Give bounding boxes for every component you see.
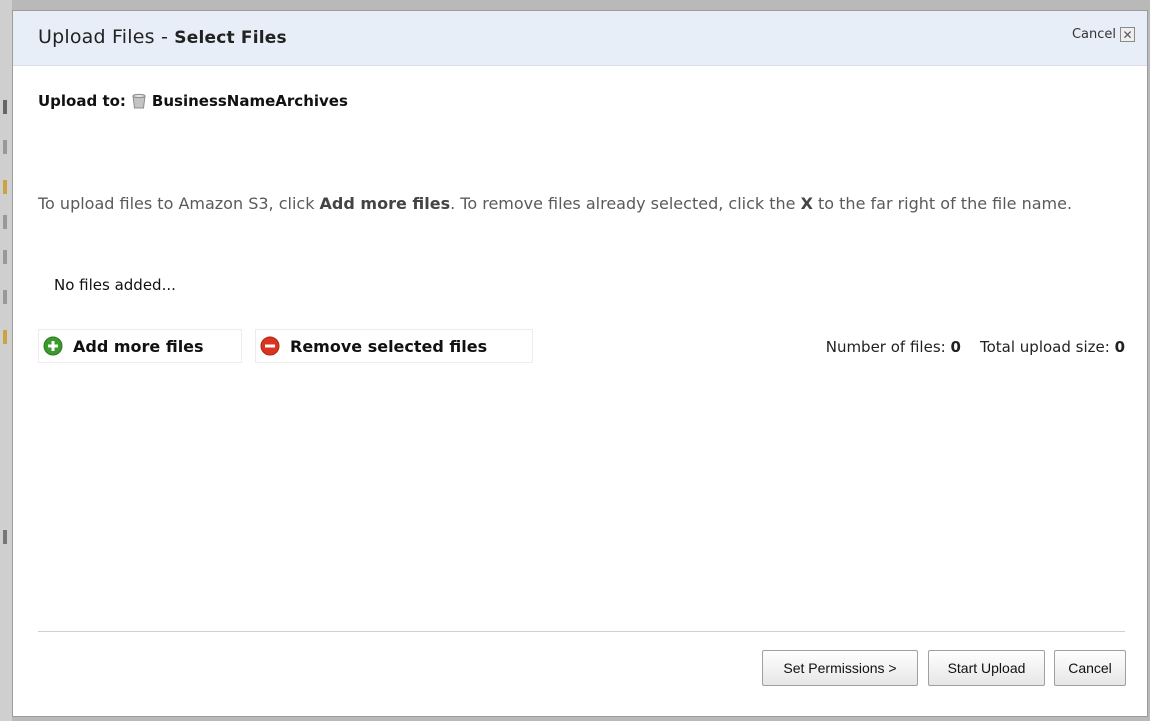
background-mark (3, 530, 7, 544)
background-mark (3, 180, 7, 194)
instructions-text-3: to the far right of the file name. (812, 194, 1073, 213)
background-page-edge (0, 0, 12, 721)
dialog-title-text: Upload Files (38, 26, 155, 48)
background-mark (3, 140, 7, 154)
cancel-button[interactable]: Cancel (1054, 650, 1126, 686)
upload-instructions: To upload files to Amazon S3, click Add … (38, 194, 1118, 213)
total-upload-size-value: 0 (1114, 338, 1125, 356)
bucket-name: BusinessNameArchives (151, 92, 348, 110)
add-more-files-label: Add more files (73, 336, 204, 356)
file-list-empty-message: No files added... (54, 276, 176, 294)
instructions-add-files-emphasis: Add more files (319, 194, 451, 213)
instructions-text-1: To upload files to Amazon S3, click (38, 194, 320, 213)
background-mark (3, 330, 7, 344)
upload-destination: Upload to: BusinessNameArchives (38, 92, 348, 110)
dialog-title-separator: - (154, 26, 175, 48)
background-mark (3, 250, 7, 264)
minus-circle-icon (260, 336, 280, 356)
background-mark (3, 215, 7, 229)
close-icon[interactable]: ✕ (1120, 27, 1135, 42)
background-mark (3, 290, 7, 304)
titlebar-cancel-label: Cancel (1071, 27, 1116, 42)
instructions-text-2: . To remove files already selected, clic… (450, 194, 801, 213)
start-upload-button[interactable]: Start Upload (928, 650, 1045, 686)
footer-divider (38, 631, 1125, 632)
dialog-subtitle: Select Files (174, 28, 287, 48)
dialog-titlebar: Upload Files - Select Files Cancel ✕ (13, 11, 1147, 66)
number-of-files-label: Number of files: (825, 338, 946, 356)
plus-circle-icon (43, 336, 63, 356)
remove-selected-files-label: Remove selected files (290, 336, 488, 356)
set-permissions-button[interactable]: Set Permissions > (762, 650, 918, 686)
upload-to-label: Upload to: (38, 92, 126, 110)
remove-selected-files-button[interactable]: Remove selected files (255, 329, 533, 363)
background-mark (3, 100, 7, 114)
dialog-title: Upload Files - Select Files (38, 26, 287, 48)
upload-summary: Number of files: 0 Total upload size: 0 (826, 338, 1125, 356)
upload-dialog: Upload Files - Select Files Cancel ✕ Upl… (12, 10, 1148, 717)
bucket-icon (132, 93, 146, 109)
instructions-x-emphasis: X (800, 194, 813, 213)
total-upload-size-label: Total upload size: (979, 338, 1110, 356)
number-of-files-value: 0 (950, 338, 961, 356)
titlebar-cancel-button[interactable]: Cancel ✕ (1072, 27, 1135, 42)
add-more-files-button[interactable]: Add more files (38, 329, 242, 363)
